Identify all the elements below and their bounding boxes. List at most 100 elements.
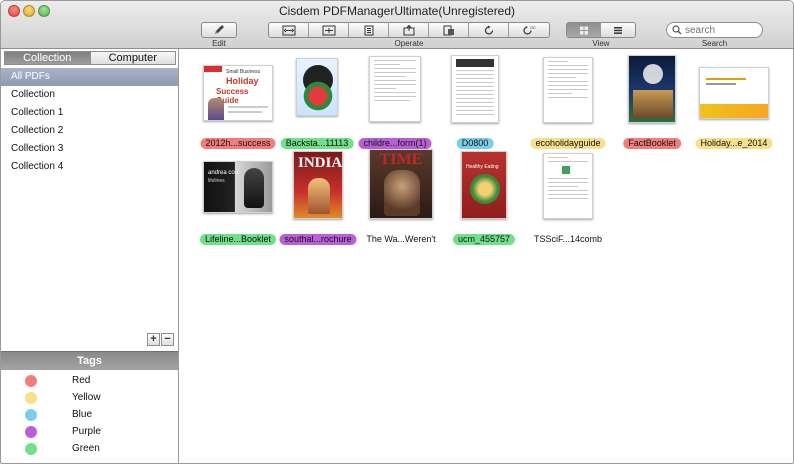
pdf-thumbnail: INDIA — [293, 151, 343, 219]
search-label: Search — [701, 39, 728, 48]
document-item[interactable]: TSSciF...14comb — [529, 153, 607, 245]
thumb-text: TIME — [379, 151, 423, 168]
document-item[interactable]: andrea corr lifelines Lifeline...Booklet — [199, 153, 277, 245]
thumb-food — [470, 174, 500, 204]
document-item[interactable]: D0800 — [436, 55, 514, 149]
pdf-thumbnail — [699, 67, 769, 119]
thumb-line — [706, 78, 746, 80]
sidebar-tabs: Collection Computer — [4, 51, 176, 65]
search-icon — [672, 25, 682, 35]
sidebar-item-collection-4[interactable]: Collection 4 — [1, 158, 178, 176]
title-toolbar: Cisdem PDFManagerUltimate(Unregistered) … — [1, 1, 793, 49]
thumb-banner — [700, 104, 768, 118]
document-item[interactable]: ecoholidayguide — [529, 57, 607, 149]
tab-computer[interactable]: Computer — [89, 52, 175, 64]
thumb-text: INDIA — [298, 155, 343, 171]
document-label: The Wa...Weren't — [366, 234, 436, 244]
merge-icon — [322, 25, 335, 35]
split-button[interactable] — [269, 23, 309, 37]
thumb-photo — [633, 90, 673, 118]
document-item[interactable]: Small Business Holiday Success Guide 201… — [199, 57, 277, 149]
thumb-person — [208, 98, 224, 120]
search-field[interactable] — [666, 22, 763, 38]
list-view-button[interactable] — [601, 23, 635, 37]
thumb-emblem — [643, 64, 663, 84]
ocr-icon: OCR — [523, 25, 536, 35]
sidebar-item-collection-1[interactable]: Collection 1 — [1, 104, 178, 122]
extract-button[interactable] — [389, 23, 429, 37]
collection-buttons: + − — [147, 333, 174, 346]
sidebar-item-collection[interactable]: Collection — [1, 86, 178, 104]
view-segment — [566, 22, 636, 38]
tags-header: Tags — [1, 351, 178, 370]
tag-color-dot — [25, 425, 37, 438]
document-label: ucm_455757 — [452, 234, 516, 245]
document-label: Lifeline...Booklet — [199, 234, 277, 245]
pdf-thumbnail — [451, 55, 499, 123]
thumb-accent — [204, 66, 222, 72]
split-icon — [282, 25, 295, 35]
sidebar-item-all-pdfs[interactable]: All PDFs — [1, 68, 178, 86]
document-label: 2012h...success — [200, 138, 276, 149]
document-item[interactable]: Healthy Eating ucm_455757 — [445, 151, 523, 245]
edit-label: Edit — [212, 39, 226, 48]
document-label: childre...form(1) — [358, 138, 432, 149]
pdf-thumbnail — [296, 58, 338, 116]
tag-item-yellow[interactable]: Yellow — [1, 389, 178, 406]
document-item[interactable]: FactBooklet — [613, 55, 691, 149]
pdf-thumbnail — [543, 153, 593, 219]
pdf-thumbnail — [628, 55, 676, 123]
thumb-wreath — [300, 81, 336, 111]
tag-label: Green — [72, 443, 100, 454]
grid-icon — [579, 26, 588, 34]
pdf-thumbnail: TIME — [369, 149, 433, 219]
document-label: FactBooklet — [623, 138, 681, 149]
add-collection-button[interactable]: + — [147, 333, 160, 346]
document-item[interactable]: TIME The Wa...Weren't — [362, 149, 440, 245]
tag-color-dot — [25, 408, 37, 421]
pdf-thumbnail: andrea corr lifelines — [203, 161, 273, 213]
ocr-button[interactable]: OCR — [509, 23, 549, 37]
pdf-thumbnail: Small Business Holiday Success Guide — [203, 65, 273, 121]
tab-collection[interactable]: Collection — [5, 52, 90, 64]
tag-color-dot — [25, 442, 37, 455]
document-label: TSSciF...14comb — [533, 234, 603, 244]
edit-button[interactable] — [201, 22, 237, 38]
rotate-icon — [484, 25, 493, 35]
thumb-text: lifelines — [208, 178, 225, 184]
document-label: D0800 — [456, 138, 494, 149]
pdf-thumbnail — [543, 57, 593, 123]
rotate-button[interactable] — [469, 23, 509, 37]
tag-item-purple[interactable]: Purple — [1, 423, 178, 440]
tag-item-red[interactable]: Red — [1, 372, 178, 389]
document-item[interactable]: Backsta...11113 — [278, 57, 356, 149]
encrypt-button[interactable] — [429, 23, 469, 37]
remove-collection-button[interactable]: − — [161, 333, 174, 346]
view-label: View — [592, 39, 610, 48]
grid-view-button[interactable] — [567, 23, 601, 37]
merge-button[interactable] — [309, 23, 349, 37]
tag-item-green[interactable]: Green — [1, 440, 178, 457]
tag-color-dot — [25, 374, 37, 387]
search-input[interactable] — [685, 24, 759, 36]
tag-list: Red Yellow Blue Purple Green — [1, 372, 178, 457]
document-label: southal...rochure — [279, 234, 357, 245]
thumb-text: andrea corr — [208, 170, 239, 176]
document-item[interactable]: INDIA southal...rochure — [279, 151, 357, 245]
document-label: Holiday...e_2014 — [695, 138, 773, 149]
window-title: Cisdem PDFManagerUltimate(Unregistered) — [278, 4, 516, 18]
thumb-logo — [562, 166, 570, 174]
thumb-header — [456, 59, 494, 67]
pdf-thumbnail — [369, 56, 421, 122]
document-item[interactable]: Holiday...e_2014 — [695, 57, 773, 149]
encrypt-icon — [443, 25, 454, 35]
thumb-text: Success Guide — [216, 87, 249, 105]
sidebar-item-collection-3[interactable]: Collection 3 — [1, 140, 178, 158]
compress-button[interactable] — [349, 23, 389, 37]
document-item[interactable]: childre...form(1) — [356, 56, 434, 149]
document-label: Backsta...11113 — [280, 138, 354, 149]
compress-icon — [364, 25, 373, 35]
collection-list: All PDFs Collection Collection 1 Collect… — [1, 68, 178, 176]
sidebar-item-collection-2[interactable]: Collection 2 — [1, 122, 178, 140]
tag-item-blue[interactable]: Blue — [1, 406, 178, 423]
